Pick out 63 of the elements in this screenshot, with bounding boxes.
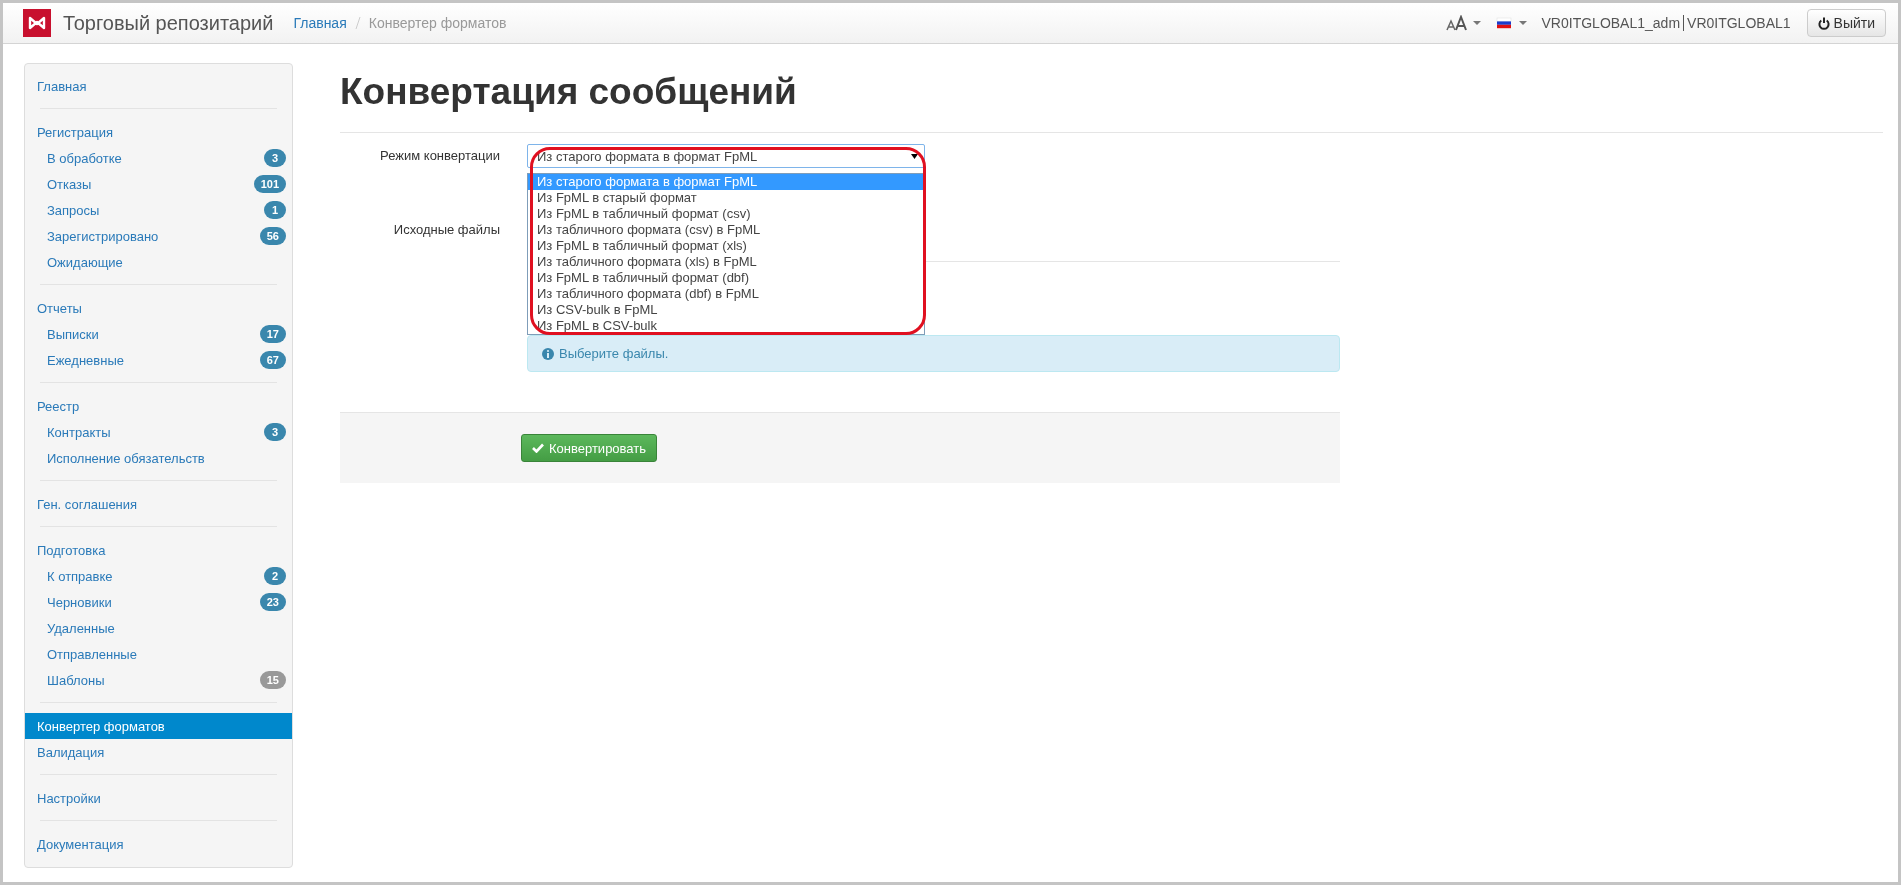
count-badge: 23 bbox=[259, 593, 286, 611]
sidebar-item[interactable]: Настройки bbox=[25, 785, 292, 811]
user-login: VR0ITGLOBAL1_adm bbox=[1541, 15, 1681, 31]
count-badge: 15 bbox=[259, 671, 286, 689]
dropdown-option[interactable]: Из табличного формата (csv) в FpML bbox=[528, 222, 924, 238]
logout-button[interactable]: Выйти bbox=[1806, 9, 1886, 37]
count-badge: 2 bbox=[264, 567, 286, 585]
count-badge: 3 bbox=[264, 149, 286, 167]
sidebar-item[interactable]: Валидация bbox=[25, 739, 292, 765]
field-label: Исходные файлы bbox=[392, 221, 501, 239]
sidebar-item[interactable]: Подготовка bbox=[25, 537, 292, 563]
sidebar-item[interactable]: Документация bbox=[25, 831, 292, 857]
dropdown-option[interactable]: Из табличного формата (dbf) в FpML bbox=[528, 286, 924, 302]
flag-icon[interactable] bbox=[1495, 15, 1530, 31]
breadcrumb-separator-icon bbox=[354, 17, 361, 29]
sidebar-item[interactable]: В обработке 3 bbox=[25, 145, 292, 171]
sidebar-item[interactable]: Шаблоны 15 bbox=[25, 667, 292, 693]
count-badge: 101 bbox=[253, 175, 286, 193]
check-icon bbox=[532, 443, 544, 453]
sidebar-item[interactable]: Черновики 23 bbox=[25, 589, 292, 615]
sidebar-item[interactable]: Исполнение обязательств bbox=[25, 445, 292, 471]
sidebar-item[interactable]: Зарегистрировано 56 bbox=[25, 223, 292, 249]
sidebar-item-selected[interactable]: Конвертер форматов bbox=[25, 713, 292, 739]
count-badge: 1 bbox=[264, 201, 286, 219]
font-size-icon[interactable] bbox=[1445, 15, 1484, 31]
sidebar-item[interactable]: Удаленные bbox=[25, 615, 292, 641]
dropdown-option[interactable]: Из FpML в табличный формат (xls) bbox=[528, 238, 924, 254]
count-badge: 67 bbox=[259, 351, 286, 369]
sidebar-item[interactable]: Отправленные bbox=[25, 641, 292, 667]
field-label: Режим конвертации bbox=[379, 147, 501, 165]
count-badge: 17 bbox=[259, 325, 286, 343]
sidebar-item[interactable]: Ожидающие bbox=[25, 249, 292, 275]
convert-button[interactable]: Конвертировать bbox=[521, 434, 658, 462]
sidebar-item[interactable]: Отчеты bbox=[25, 295, 292, 321]
sidebar-item[interactable]: Регистрация bbox=[25, 119, 292, 145]
app-title[interactable]: Торговый репозитарий bbox=[63, 11, 274, 35]
sidebar-item[interactable]: Ежедневные 67 bbox=[25, 347, 292, 373]
sidebar-item[interactable]: Контракты 3 bbox=[25, 419, 292, 445]
dropdown-option[interactable]: Из FpML в табличный формат (dbf) bbox=[528, 270, 924, 286]
dropdown-option[interactable]: Из FpML в старый формат bbox=[528, 190, 924, 206]
count-badge: 3 bbox=[264, 423, 286, 441]
sidebar-item[interactable]: Ген. соглашения bbox=[25, 491, 292, 517]
dropdown-option[interactable]: Из FpML в табличный формат (csv) bbox=[528, 206, 924, 222]
sidebar-item[interactable]: Запросы 1 bbox=[25, 197, 292, 223]
power-icon bbox=[1817, 16, 1830, 30]
count-badge: 56 bbox=[259, 227, 286, 245]
user-organization: VR0ITGLOBAL1 bbox=[1687, 15, 1791, 31]
dropdown-option[interactable]: Из CSV-bulk в FpML bbox=[528, 302, 924, 318]
logo-icon[interactable] bbox=[23, 9, 51, 37]
sidebar-item[interactable]: К отправке 2 bbox=[25, 563, 292, 589]
alert-text: Выберите файлы. bbox=[559, 346, 669, 361]
sidebar-item[interactable]: Отказы 101 bbox=[25, 171, 292, 197]
conversion-mode-dropdown[interactable]: Из старого формата в формат FpML bbox=[527, 144, 925, 168]
sidebar-item[interactable]: Главная bbox=[25, 73, 292, 99]
info-icon bbox=[542, 347, 554, 360]
breadcrumb-link[interactable]: Главная bbox=[293, 15, 347, 31]
sidebar-item[interactable]: Реестр bbox=[25, 393, 292, 419]
page-title: Конвертация сообщений bbox=[340, 70, 798, 114]
breadcrumb-current: Конвертер форматов bbox=[368, 15, 507, 31]
sidebar-item[interactable]: Выписки 17 bbox=[25, 321, 292, 347]
dropdown-option[interactable]: Из табличного формата (xls) в FpML bbox=[528, 254, 924, 270]
dropdown-option[interactable]: Из старого формата в формат FpML bbox=[528, 174, 924, 190]
dropdown-arrow-icon bbox=[911, 153, 918, 159]
